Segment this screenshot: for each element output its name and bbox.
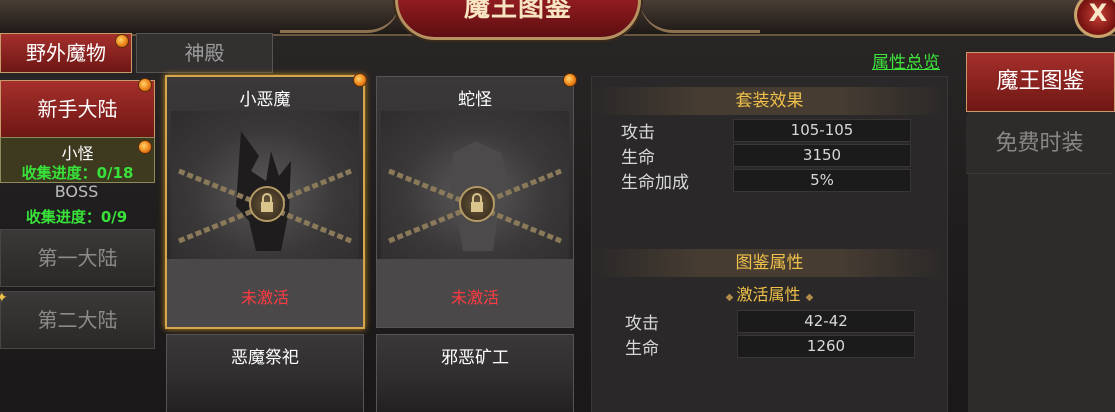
notification-dot [138, 78, 152, 92]
stat-label: 生命加成 [621, 173, 689, 193]
diamond-icon: ◆ [725, 292, 737, 303]
window-title: 魔王图鉴 [463, 0, 572, 23]
tab-free-fashion[interactable]: 免费时装 [966, 115, 1113, 174]
tab-label: 魔王图鉴 [996, 69, 1085, 94]
title-plate: 魔王图鉴 [395, 0, 641, 40]
tab-demon-king-codex[interactable]: 魔王图鉴 [966, 52, 1115, 112]
nav-sub-item-minions[interactable]: 小怪 收集进度：0/18 [0, 137, 155, 183]
tab-label: 免费时装 [995, 131, 1084, 156]
diamond-icon: ◆ [805, 292, 814, 303]
stat-value: 42-42 [737, 310, 915, 333]
nav-label: 新手大陆 [37, 97, 118, 121]
codex-attribute-header: 图鉴属性 [592, 249, 947, 277]
stat-label: 攻击 [625, 314, 659, 334]
monster-card[interactable]: 恶魔祭祀 [166, 334, 364, 412]
title-ornament-right [640, 0, 760, 33]
monster-name: 邪恶矿工 [441, 348, 509, 368]
stat-value: 3150 [733, 144, 911, 167]
stat-value: 105-105 [733, 119, 911, 142]
stat-label: 生命 [625, 339, 659, 359]
monster-card[interactable]: 邪恶矿工 [376, 334, 574, 412]
stat-label: 攻击 [621, 123, 655, 143]
codex-window: 魔王图鉴 X 野外魔物 神殿 新手大陆 小怪 收集进度：0/18 BOSS 收集… [0, 0, 1115, 412]
tab-label: 神殿 [184, 41, 225, 65]
sub-item-label: 小怪 [61, 144, 94, 163]
nav-sub-item-boss[interactable]: BOSS [0, 182, 153, 201]
monster-card[interactable]: 蛇怪 未激活 [376, 73, 577, 328]
monster-portrait [171, 111, 359, 259]
tab-label: 野外魔物 [26, 41, 106, 65]
monster-portrait [381, 111, 569, 259]
title-ornament-left [280, 0, 400, 33]
attribute-overview-link[interactable]: 属性总览 [872, 48, 940, 73]
nav-label: 第一大陆 [37, 246, 118, 270]
notification-dot [353, 73, 367, 87]
activation-status: 未激活 [450, 288, 499, 307]
section-title: 套装效果 [735, 91, 804, 111]
monster-card[interactable]: 小恶魔 未激活 [165, 73, 367, 329]
lock-icon [459, 186, 495, 222]
set-effect-header: 套装效果 [592, 87, 947, 115]
tab-wild-monsters[interactable]: 野外魔物 [0, 33, 132, 73]
nav-label: 第二大陆 [37, 308, 118, 332]
tab-temple[interactable]: 神殿 [136, 33, 273, 73]
lock-icon [249, 186, 285, 222]
collection-progress: 收集进度：0/9 [25, 208, 128, 226]
stat-label: 生命 [621, 148, 655, 168]
monster-name: 小恶魔 [239, 90, 291, 110]
monster-name: 蛇怪 [458, 90, 492, 110]
stat-value: 5% [733, 169, 911, 192]
nav-second-continent[interactable]: 第二大陆 [0, 291, 155, 349]
subsection-title: 激活属性 [736, 285, 801, 304]
notification-dot [138, 140, 152, 154]
notification-dot [563, 73, 577, 87]
notification-dot [115, 34, 129, 48]
star-icon: ✦ [0, 290, 8, 306]
stat-value: 1260 [737, 335, 915, 358]
nav-first-continent[interactable]: 第一大陆 [0, 229, 155, 287]
nav-newbie-continent[interactable]: 新手大陆 [0, 78, 155, 138]
collection-progress: 收集进度：0/18 [21, 164, 134, 182]
activation-attribute-subheader: ◆ 激活属性 ◆ [592, 281, 947, 305]
monster-name: 恶魔祭祀 [231, 348, 299, 368]
attribute-panel: 套装效果 攻击 105-105 生命 3150 生命加成 5% 图鉴属性 ◆ 激… [591, 76, 948, 412]
section-title: 图鉴属性 [735, 253, 804, 273]
close-icon: X [1088, 0, 1108, 27]
activation-status: 未激活 [240, 288, 289, 307]
